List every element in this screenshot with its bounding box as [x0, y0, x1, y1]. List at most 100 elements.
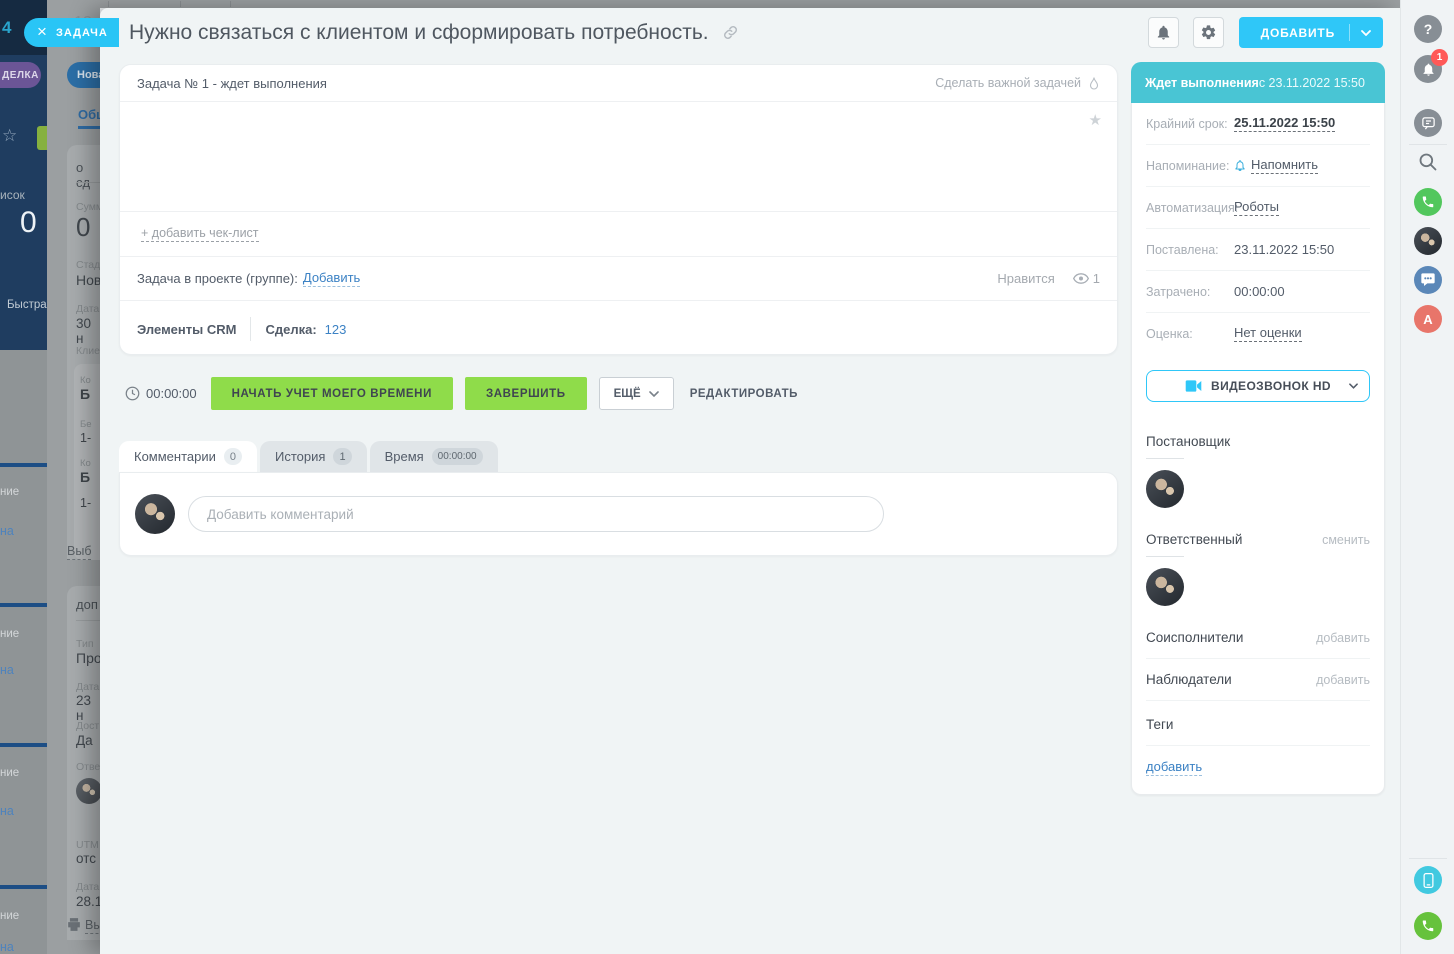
- views-counter: 1: [1072, 271, 1100, 286]
- background-header: доп: [76, 597, 98, 612]
- created-row: Поставлена: 23.11.2022 15:50: [1146, 229, 1370, 271]
- add-button-divider: [1349, 24, 1350, 41]
- tab-comments[interactable]: Комментарии 0: [119, 441, 258, 472]
- phone-icon: [1422, 196, 1434, 208]
- add-button[interactable]: ДОБАВИТЬ: [1238, 17, 1383, 48]
- slider-topbar: Нужно связаться с клиентом и сформироват…: [100, 8, 1400, 57]
- like-button[interactable]: Нравится: [997, 271, 1054, 286]
- originator-avatar[interactable]: [1146, 470, 1184, 508]
- background-avatar: [76, 778, 102, 804]
- rating-value[interactable]: Нет оценки: [1234, 325, 1302, 342]
- mobile-app-button[interactable]: [1414, 866, 1442, 894]
- copy-link-icon[interactable]: [723, 25, 738, 40]
- reminder-label: Напоминание:: [1146, 158, 1230, 173]
- more-actions-button[interactable]: ЕЩЁ: [598, 377, 674, 410]
- tab-history[interactable]: История 1: [260, 441, 367, 472]
- telephony-button[interactable]: [1414, 912, 1442, 940]
- background-label: UTM: [76, 839, 99, 851]
- background-value: 30 н: [76, 316, 92, 346]
- time-spent-value: 00:00:00: [1234, 284, 1285, 299]
- background-deal-panel: 12 Нова Общ о сд Сумм 0 Стад Нов Дата 30…: [47, 0, 110, 954]
- current-user-avatar: [135, 494, 175, 534]
- time-spent-row: Затрачено: 00:00:00: [1146, 271, 1370, 313]
- task-actions-row: 00:00:00 НАЧАТЬ УЧЕТ МОЕГО ВРЕМЕНИ ЗАВЕР…: [125, 377, 798, 410]
- add-coexecutor-link[interactable]: добавить: [1316, 631, 1370, 645]
- project-label: Задача в проекте (группе):: [137, 271, 298, 286]
- background-row-text: ние: [0, 486, 20, 498]
- chevron-down-icon: [1349, 383, 1358, 389]
- screen: 4 ДЕЛКА ☆ исок 0 Быстрая ние на ние на н…: [0, 0, 1454, 954]
- comment-card: [119, 472, 1118, 556]
- task-subtitle: Задача № 1 - ждет выполнения: [137, 75, 327, 91]
- background-logo-fragment: 4: [2, 18, 12, 37]
- background-label: Ко: [80, 458, 91, 469]
- help-button[interactable]: ?: [1414, 15, 1442, 43]
- background-deal-tab-underline: [78, 126, 100, 129]
- notifications-button[interactable]: [1147, 17, 1179, 48]
- timer-value: 00:00:00: [146, 386, 197, 401]
- background-row-bar: [0, 885, 47, 889]
- add-tag-link[interactable]: добавить: [1146, 759, 1203, 776]
- task-description-area: ★: [120, 102, 1117, 212]
- deadline-value[interactable]: 25.11.2022 15:50: [1234, 115, 1336, 132]
- rating-label: Оценка:: [1146, 326, 1193, 341]
- comment-input[interactable]: [188, 496, 884, 532]
- finish-task-button[interactable]: ЗАВЕРШИТЬ: [464, 377, 587, 410]
- page-title: Нужно связаться с клиентом и сформироват…: [129, 20, 709, 44]
- add-checklist-button[interactable]: + добавить чек-лист: [120, 212, 1117, 257]
- background-value: 0: [76, 212, 91, 242]
- slider-close-button[interactable]: × ЗАДАЧА: [24, 18, 119, 47]
- background-label: Дата: [76, 681, 100, 693]
- settings-button[interactable]: [1192, 17, 1224, 48]
- project-add-link[interactable]: Добавить: [302, 270, 361, 287]
- crm-divider: [250, 317, 252, 341]
- video-call-button[interactable]: ВИДЕОЗВОНОК HD: [1146, 370, 1370, 402]
- gear-icon: [1201, 25, 1215, 40]
- change-responsible-link[interactable]: сменить: [1322, 533, 1370, 547]
- responsible-avatar[interactable]: [1146, 568, 1184, 606]
- background-star-fragment: ☆: [2, 126, 18, 145]
- task-project-row: Задача в проекте (группе): Добавить Нрав…: [120, 257, 1117, 301]
- rating-row: Оценка: Нет оценки: [1146, 313, 1370, 354]
- make-important-button[interactable]: Сделать важной задачей: [935, 76, 1100, 91]
- tags-add-row: добавить: [1146, 758, 1370, 776]
- feed-button[interactable]: [1414, 109, 1442, 137]
- background-divider: [76, 182, 100, 183]
- background-label: Клие: [76, 345, 100, 357]
- crm-elements-row: Элементы CRM Сделка: 123: [120, 301, 1117, 357]
- background-label: Дата: [76, 303, 100, 315]
- background-row-text: ние: [0, 628, 20, 640]
- crm-deal-link[interactable]: 123: [325, 322, 347, 337]
- task-card-header: Задача № 1 - ждет выполнения Сделать важ…: [120, 65, 1117, 102]
- task-details-body: Крайний срок: 25.11.2022 15:50 Напоминан…: [1131, 103, 1385, 795]
- rail-user-avatar[interactable]: [1414, 227, 1442, 255]
- search-button[interactable]: [1418, 152, 1438, 177]
- reminder-link[interactable]: Напомнить: [1251, 157, 1318, 174]
- reminder-bell-icon: [1235, 160, 1245, 172]
- add-observer-link[interactable]: добавить: [1316, 673, 1370, 687]
- robots-link[interactable]: Роботы: [1234, 199, 1280, 216]
- background-deal-about: о сд: [76, 160, 91, 190]
- task-details-panel: Ждет выполнения с 23.11.2022 15:50 Крайн…: [1131, 62, 1385, 795]
- background-choose-link: Выб: [67, 544, 92, 560]
- observers-row: Наблюдатели добавить: [1146, 672, 1370, 701]
- time-spent-label: Затрачено:: [1146, 284, 1211, 299]
- deadline-label: Крайний срок:: [1146, 116, 1228, 131]
- like-views-group: Нравится 1: [997, 271, 1100, 286]
- background-label: Ко: [80, 375, 91, 386]
- call-button[interactable]: [1414, 188, 1442, 216]
- start-time-tracking-button[interactable]: НАЧАТЬ УЧЕТ МОЕГО ВРЕМЕНИ: [210, 377, 453, 410]
- profile-button[interactable]: A: [1414, 305, 1442, 333]
- edit-task-button[interactable]: РЕДАКТИРОВАТЬ: [690, 388, 798, 400]
- eye-icon: [1072, 273, 1089, 284]
- tab-time[interactable]: Время 00:00:00: [369, 441, 498, 472]
- background-green-badge: [37, 126, 47, 150]
- background-row-link: на: [0, 663, 14, 677]
- add-button-label: ДОБАВИТЬ: [1260, 25, 1335, 40]
- background-row-bar: [0, 463, 47, 467]
- favorite-star-icon[interactable]: ★: [1089, 111, 1102, 129]
- background-value: 1-: [80, 431, 92, 445]
- chat-button[interactable]: [1414, 266, 1442, 294]
- tab-time-label: Время: [384, 449, 424, 464]
- phone-handset-icon: [1422, 920, 1434, 932]
